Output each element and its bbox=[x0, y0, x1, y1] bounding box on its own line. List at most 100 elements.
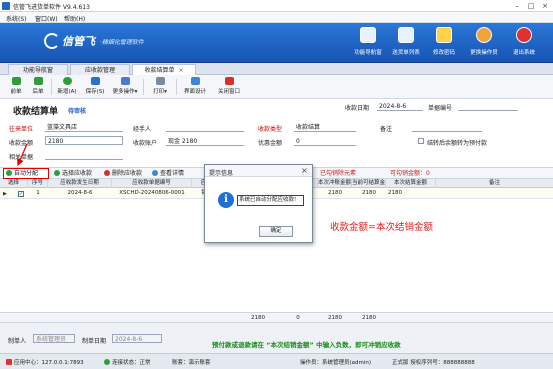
auto-allocate-button[interactable]: 自动分配 bbox=[3, 168, 49, 179]
form-title: 收款结算单 bbox=[13, 107, 59, 117]
exit-system-button[interactable]: 退出系统 bbox=[502, 27, 546, 61]
check-icon bbox=[104, 359, 110, 365]
more-ops-button[interactable]: 更多操作▾ bbox=[110, 77, 140, 97]
account-field[interactable]: 现金 2180 bbox=[166, 137, 244, 146]
receipt-type-field[interactable]: 收款结算 bbox=[294, 123, 356, 132]
view-detail-label: 查看详情 bbox=[160, 170, 185, 177]
doc-number-field[interactable] bbox=[458, 102, 518, 111]
related-docs-field[interactable] bbox=[45, 151, 123, 160]
maximize-button[interactable]: □ bbox=[524, 1, 538, 11]
tab-label: 收款结算单 bbox=[144, 67, 175, 74]
status-bar: 应用中心：127.0.0.1:7893 连接状态：正常 账套：演示账套 操作员：… bbox=[0, 353, 553, 369]
receipt-date-label: 收款日期 bbox=[345, 105, 370, 112]
design-icon bbox=[190, 77, 200, 85]
connection-status: 连接状态：正常 bbox=[104, 358, 151, 366]
negative-amount-notice: 预付款或退款请在 “本次结销金额” 中输入负数，即可冲销应收款 bbox=[212, 341, 401, 349]
col-docno[interactable]: 应收款单据编号 bbox=[112, 179, 192, 188]
cell-c9: 2180 bbox=[362, 190, 376, 196]
dialog-title: 提示信息 bbox=[209, 170, 234, 177]
cell-settle-amount[interactable]: 2180 bbox=[386, 188, 436, 199]
tab-close-icon[interactable]: × bbox=[178, 67, 183, 74]
tab-receipt-settlement[interactable]: 收款结算单 × bbox=[132, 64, 196, 75]
amount-field[interactable]: 2180 bbox=[45, 136, 123, 145]
close-form-button[interactable]: 关闭窗口 bbox=[214, 77, 244, 97]
delete-receivable-button[interactable]: 删除应收款 bbox=[104, 169, 142, 179]
account-set-status: 账套：演示账套 bbox=[172, 360, 211, 366]
auto-allocate-icon bbox=[6, 170, 12, 176]
close-window-icon bbox=[224, 77, 234, 85]
arrow-left-icon bbox=[11, 77, 21, 85]
col-seq[interactable]: 序号 bbox=[28, 179, 48, 188]
amount-label: 收款金额 bbox=[9, 140, 34, 147]
tab-receivables[interactable]: 应收款管理 bbox=[70, 64, 130, 75]
tool-label: 保存(S) bbox=[85, 89, 105, 95]
info-icon: i bbox=[218, 192, 234, 208]
save-button[interactable]: 保存(S) bbox=[82, 77, 108, 97]
receipt-date-field[interactable]: 2024-8-6 bbox=[377, 102, 423, 111]
form-status-badge: 待审核 bbox=[68, 108, 87, 115]
form-footer: 制单人 系统管理员 制单日期 2024-8-6 预付款或退款请在 “本次结销金额… bbox=[0, 323, 553, 353]
print-button[interactable]: 打印▾ bbox=[147, 77, 173, 97]
col-select[interactable]: 选择 bbox=[0, 179, 28, 188]
dialog-message: 系统已自动分配应收款! bbox=[237, 195, 304, 206]
delete-icon bbox=[104, 170, 110, 176]
menu-help[interactable]: 帮助(H) bbox=[64, 14, 85, 23]
view-detail-button[interactable]: 查看详情 bbox=[152, 169, 184, 179]
col-settle[interactable]: 本次结算金额 bbox=[386, 179, 436, 188]
app-center-status: 应用中心：127.0.0.1:7893 bbox=[6, 358, 84, 366]
change-password-label: 修改密码 bbox=[432, 50, 455, 56]
app-center-icon bbox=[6, 359, 12, 365]
written-off-stat: 已勾销除元素 bbox=[320, 170, 357, 177]
print-label: 打印 bbox=[153, 89, 165, 95]
select-receivable-button[interactable]: 选择应收款 bbox=[54, 169, 92, 179]
row-checkbox[interactable]: ✓ bbox=[18, 191, 24, 197]
tab-label: 功能导航窗 bbox=[22, 67, 53, 74]
info-dialog: 提示信息 × i 系统已自动分配应收款! 确定 bbox=[204, 164, 313, 243]
col-note[interactable]: 备注 bbox=[436, 179, 553, 188]
dialog-close-icon[interactable]: × bbox=[301, 166, 308, 176]
col-writeoff[interactable]: 本次冲账金额 bbox=[318, 179, 352, 188]
user-icon bbox=[476, 27, 492, 43]
menu-window[interactable]: 窗口(W) bbox=[35, 14, 58, 23]
creator-field: 系统管理员 bbox=[33, 334, 75, 343]
prepay-checkbox[interactable] bbox=[418, 138, 424, 144]
receipt-type-label: 收款类型 bbox=[258, 126, 283, 133]
customer-label: 往来单位 bbox=[9, 126, 34, 133]
change-password-button[interactable]: 修改密码 bbox=[422, 27, 466, 61]
prev-doc-button[interactable]: 前单 bbox=[6, 77, 26, 97]
exit-system-label: 退出系统 bbox=[512, 50, 535, 56]
add-icon bbox=[62, 77, 72, 85]
new-button[interactable]: 新增(A) bbox=[54, 77, 80, 97]
col-available[interactable]: 当前可结算金额 bbox=[352, 179, 386, 188]
account-label: 收款账户 bbox=[133, 140, 158, 147]
ui-design-button[interactable]: 界面设计 bbox=[180, 77, 210, 97]
tool-label: 前单 bbox=[10, 89, 22, 95]
tool-label: 更多操作▾ bbox=[110, 87, 140, 95]
customer-field[interactable]: 蓝藻文具店 bbox=[45, 123, 123, 132]
tab-nav-window[interactable]: 功能导航窗 bbox=[8, 64, 68, 75]
cell-note[interactable] bbox=[436, 188, 553, 199]
menu-system[interactable]: 系统(S) bbox=[6, 14, 27, 23]
save-icon bbox=[90, 77, 100, 85]
discount-field[interactable]: 0 bbox=[294, 137, 356, 146]
window-title-bar: 信管飞进货单软件 V9.4.613 – □ × bbox=[0, 0, 553, 12]
lock-icon bbox=[436, 27, 452, 43]
related-docs-label: 相关单据 bbox=[9, 154, 34, 161]
cell-c8: 2180 bbox=[328, 190, 342, 196]
minimize-button[interactable]: – bbox=[510, 1, 524, 11]
close-window-button[interactable]: × bbox=[538, 1, 552, 11]
next-doc-button[interactable]: 后单 bbox=[28, 77, 48, 97]
create-date-label: 制单日期 bbox=[82, 338, 107, 345]
note-field[interactable] bbox=[412, 123, 482, 132]
operator-status: 操作员：系统管理员(admin) bbox=[300, 360, 372, 366]
handler-field[interactable] bbox=[166, 123, 244, 132]
grid-totals: 2180 0 2180 2180 bbox=[0, 313, 553, 323]
col-date[interactable]: 应收款发生日期 bbox=[48, 179, 112, 188]
dialog-ok-button[interactable]: 确定 bbox=[259, 226, 293, 237]
switch-operator-button[interactable]: 更换操作员 bbox=[462, 27, 506, 61]
more-ops-label: 更多操作 bbox=[112, 89, 135, 95]
delete-receivable-label: 删除应收款 bbox=[112, 170, 143, 177]
toolbar-divider bbox=[143, 79, 144, 95]
menu-bar: 系统(S) 窗口(W) 帮助(H) bbox=[0, 12, 553, 23]
app-center-text: 应用中心：127.0.0.1:7893 bbox=[14, 360, 84, 366]
